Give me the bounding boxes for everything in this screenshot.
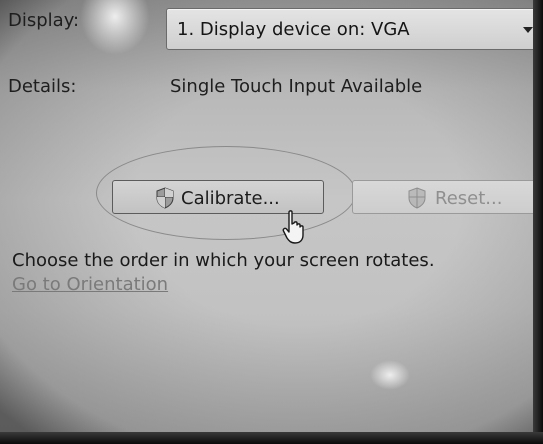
details-value: Single Touch Input Available [170,76,423,97]
reset-button[interactable]: Reset... [352,180,543,214]
details-label: Details: [8,76,77,97]
display-select[interactable]: 1. Display device on: VGA [166,8,543,50]
calibrate-button-label: Calibrate... [181,188,280,209]
screen-glare [370,360,410,390]
calibrate-button[interactable]: Calibrate... [112,180,324,214]
display-select-value: 1. Display device on: VGA [177,19,410,40]
shield-icon [408,187,426,209]
orientation-description: Choose the order in which your screen ro… [12,250,435,271]
reset-button-label: Reset... [435,188,503,209]
orientation-link[interactable]: Go to Orientation [12,274,168,295]
monitor-bezel [533,0,543,444]
screen-glare [80,0,150,55]
monitor-bezel [0,432,543,444]
hand-cursor-icon [282,210,304,244]
shield-icon [156,187,174,209]
chevron-down-icon [523,27,533,33]
screen-photo: Display: 1. Display device on: VGA Detai… [0,0,543,444]
display-label: Display: [8,10,80,31]
